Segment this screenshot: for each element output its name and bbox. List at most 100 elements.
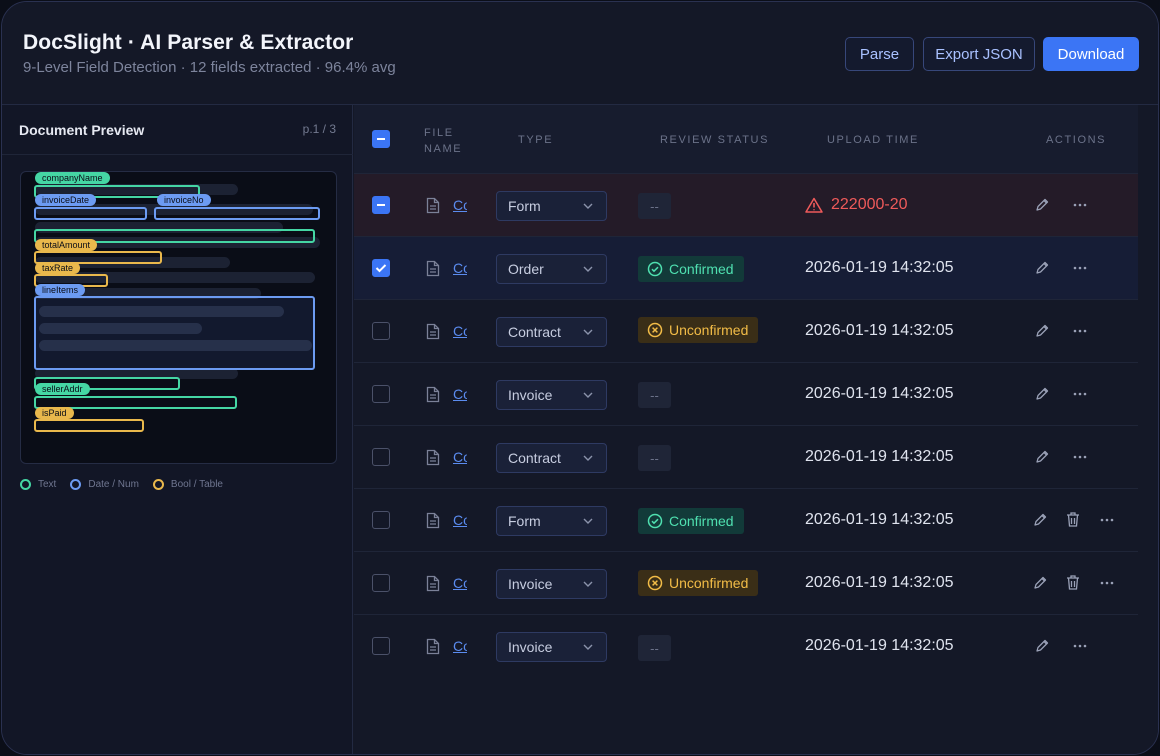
parse-button[interactable]: Parse [845,37,914,71]
file-name-link[interactable]: Co [453,512,467,528]
table-line [39,306,284,317]
type-select[interactable]: Order [496,254,607,284]
table-row[interactable]: Co Invoice -- 2026-01-19 14:32:05 [354,614,1138,677]
more-icon[interactable] [1072,386,1088,402]
field-box-isPaid[interactable] [34,419,144,432]
type-select[interactable]: Invoice [496,380,607,410]
status-empty: -- [638,445,671,471]
chevron-down-icon [583,203,593,209]
column-upload-time[interactable]: Upload Time [827,134,919,146]
status-label: Unconfirmed [669,322,749,338]
table-row[interactable]: Co Contract Unconfirmed 2026-01-19 14:32… [354,299,1138,362]
select-all-checkbox[interactable] [372,130,390,148]
app-title: DocSlight · AI Parser & Extractor [23,31,354,54]
table-row[interactable]: Co Order Confirmed 2026-01-19 14:32:05 [354,236,1138,299]
file-name-link[interactable]: Co [453,449,467,465]
app-window: DocSlight · AI Parser & Extractor 9-Leve… [1,1,1159,755]
table-row[interactable]: Co Form Confirmed 2026-01-19 14:32:05 [354,488,1138,551]
table-row[interactable]: Co Invoice Unconfirmed 2026-01-19 14:32:… [354,551,1138,614]
file-name-link[interactable]: Co [453,386,467,402]
file-name-link[interactable]: Co [453,197,467,213]
upload-time: 2026-01-19 14:32:05 [805,448,954,465]
type-select[interactable]: Invoice [496,632,607,662]
file-name-link[interactable]: Co [453,323,467,339]
chevron-down-icon [583,455,593,461]
chevron-down-icon [583,581,593,587]
edit-icon[interactable] [1034,386,1050,402]
edit-icon[interactable] [1034,638,1050,654]
documents-table: File Name Type Review Status Upload Time… [354,105,1158,754]
edit-icon[interactable] [1034,260,1050,276]
more-icon[interactable] [1099,575,1115,591]
column-review-status[interactable]: Review Status [660,134,769,146]
trash-icon[interactable] [1065,511,1081,528]
field-box-invoiceNo[interactable] [154,207,320,220]
field-tag-sellerAddr: sellerAddr [35,383,90,395]
type-select[interactable]: Contract [496,443,607,473]
row-checkbox[interactable] [372,385,390,403]
more-icon[interactable] [1099,512,1115,528]
more-icon[interactable] [1072,197,1088,213]
field-box-invoiceDate[interactable] [34,207,147,220]
trash-icon[interactable] [1065,574,1081,591]
document-page[interactable]: companyName invoiceDate invoiceNo totalA… [20,171,337,464]
status-label: Confirmed [669,513,734,529]
type-value: Invoice [508,576,553,592]
edit-icon[interactable] [1032,512,1048,528]
column-file-name[interactable]: File Name [424,125,474,157]
edit-icon[interactable] [1032,575,1048,591]
file-name-link[interactable]: Co [453,260,467,276]
export-json-button[interactable]: Export JSON [923,37,1035,71]
type-select[interactable]: Invoice [496,569,607,599]
edit-icon[interactable] [1034,197,1050,213]
type-value: Contract [508,324,561,340]
field-tag-totalAmount: totalAmount [35,239,98,251]
row-checkbox[interactable] [372,196,390,214]
row-checkbox[interactable] [372,259,390,277]
type-select[interactable]: Contract [496,317,607,347]
chevron-down-icon [583,266,593,272]
upload-time: 222000-20 [831,196,908,213]
row-checkbox[interactable] [372,637,390,655]
row-checkbox[interactable] [372,448,390,466]
table-row[interactable]: Co Form -- 222000-20 [354,173,1138,236]
x-circle-icon [647,575,663,591]
more-icon[interactable] [1072,323,1088,339]
more-icon[interactable] [1072,260,1088,276]
type-value: Form [508,513,541,529]
file-icon [426,323,440,340]
type-value: Order [508,261,544,277]
field-box-lineItems[interactable] [34,296,315,370]
file-name-link[interactable]: Co [453,638,467,654]
file-icon [426,575,440,592]
field-tag-taxRate: taxRate [35,262,81,274]
type-select[interactable]: Form [496,506,607,536]
minus-icon [377,204,385,206]
edit-icon[interactable] [1034,323,1050,339]
row-checkbox[interactable] [372,511,390,529]
more-icon[interactable] [1072,638,1088,654]
document-preview-panel: Document Preview p.1 / 3 companyName inv… [2,105,353,754]
chevron-down-icon [583,329,593,335]
table-line [39,340,312,351]
row-checkbox[interactable] [372,322,390,340]
legend-bool: Bool / Table [152,479,223,490]
column-type[interactable]: Type [518,134,553,146]
more-icon[interactable] [1072,449,1088,465]
check-circle-icon [647,513,663,529]
edit-icon[interactable] [1034,449,1050,465]
table-row[interactable]: Co Invoice -- 2026-01-19 14:32:05 [354,362,1138,425]
legend-dot-icon [152,479,164,490]
upload-time: 2026-01-19 14:32:05 [805,385,954,402]
status-badge-confirmed: Confirmed [638,256,744,282]
legend-dot-icon [20,479,31,490]
row-checkbox[interactable] [372,574,390,592]
table-row[interactable]: Co Contract -- 2026-01-19 14:32:05 [354,425,1138,488]
warning-icon [805,197,823,213]
upload-time: 2026-01-19 14:32:05 [805,574,954,591]
file-icon [426,260,440,277]
download-button[interactable]: Download [1043,37,1139,71]
file-name-link[interactable]: Co [453,575,467,591]
app-subtitle: 9-Level Field Detection · 12 fields extr… [23,59,396,76]
type-select[interactable]: Form [496,191,607,221]
